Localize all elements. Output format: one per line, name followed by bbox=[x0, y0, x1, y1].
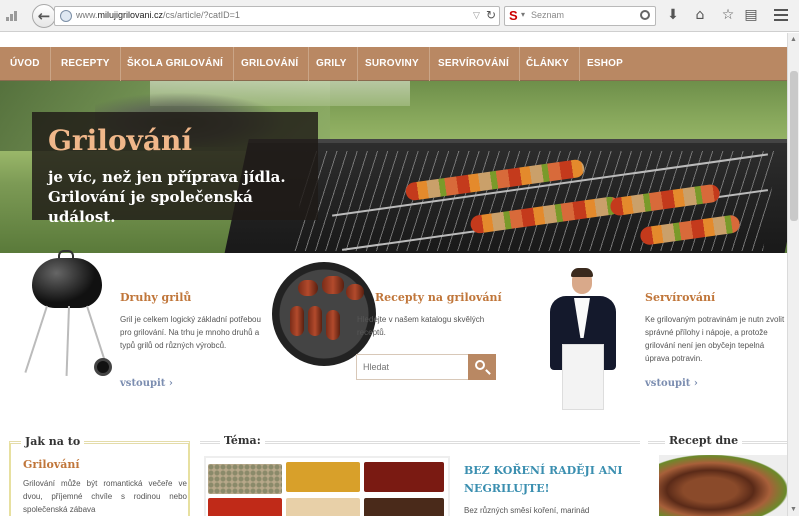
scroll-thumb[interactable] bbox=[790, 71, 798, 221]
recipe-heading: Recept dne bbox=[665, 434, 743, 447]
menu-icon[interactable] bbox=[774, 9, 788, 21]
address-bar[interactable]: www.milujigrilovani.cz/cs/article/?catID… bbox=[54, 6, 500, 26]
feature-text-grill-types: Gril je celkem logický základní potřebou… bbox=[120, 315, 261, 350]
hero-title: Grilování bbox=[48, 124, 193, 157]
engine-dropdown-icon[interactable]: ▾ bbox=[521, 10, 525, 19]
bookmark-star-icon[interactable]: ☆ bbox=[719, 7, 737, 23]
download-icon[interactable]: ⬇ bbox=[664, 7, 682, 23]
main-nav: Úvod Recepty Škola grilování Grilování G… bbox=[0, 47, 787, 81]
feature-title-grill-types[interactable]: Druhy grilů bbox=[120, 291, 191, 304]
search-engine-label: Seznam bbox=[531, 10, 565, 20]
waiter-image bbox=[548, 268, 620, 410]
nav-item-skola[interactable]: Škola grilování bbox=[117, 47, 234, 81]
search-icon[interactable] bbox=[640, 10, 650, 20]
nav-item-grilovani[interactable]: Grilování bbox=[231, 47, 310, 81]
page-content: Úvod Recepty Škola grilování Grilování G… bbox=[0, 33, 787, 516]
globe-icon bbox=[60, 10, 72, 22]
home-icon[interactable]: ⌂ bbox=[691, 7, 709, 23]
topic-heading: Téma: bbox=[220, 434, 265, 447]
nav-item-servirovani[interactable]: Servírování bbox=[428, 47, 520, 81]
recipe-search-input[interactable] bbox=[356, 354, 469, 380]
howto-text: Grilování může být romantická večeře ve … bbox=[23, 479, 187, 514]
feature-text-recipes: Hledejte v našem katalogu skvělých recep… bbox=[357, 315, 485, 337]
nav-item-clanky[interactable]: Články bbox=[516, 47, 580, 81]
feature-title-serving[interactable]: Servírování bbox=[645, 291, 715, 304]
reload-icon[interactable]: ↻ bbox=[486, 8, 496, 22]
howto-heading: Jak na to bbox=[21, 435, 85, 448]
enter-link-grill-types[interactable]: vstoupit › bbox=[120, 378, 173, 389]
nav-item-grily[interactable]: Grily bbox=[306, 47, 358, 81]
howto-title[interactable]: Grilování bbox=[23, 458, 80, 471]
search-icon bbox=[475, 360, 485, 370]
topic-rule bbox=[200, 441, 640, 444]
recipe-search-button[interactable] bbox=[468, 354, 496, 380]
nav-item-eshop[interactable]: Eshop bbox=[577, 47, 633, 81]
browser-toolbar: ← www.milujigrilovani.cz/cs/article/?cat… bbox=[0, 0, 799, 32]
hero-caption-box: Grilování je víc, než jen příprava jídla… bbox=[32, 112, 318, 226]
top-strip bbox=[0, 33, 787, 47]
url-text: www.milujigrilovani.cz/cs/article/?catID… bbox=[76, 10, 240, 20]
recipe-of-day-image[interactable] bbox=[659, 455, 787, 516]
kettle-grill-image bbox=[24, 248, 116, 384]
article-text: Bez různých směsí koření, marinád bbox=[464, 506, 590, 515]
scroll-up-icon[interactable]: ▲ bbox=[790, 36, 797, 43]
hero-subtitle: je víc, než jen příprava jídla. Grilován… bbox=[48, 168, 286, 226]
back-button[interactable]: ← bbox=[32, 4, 56, 28]
spices-image[interactable] bbox=[204, 456, 450, 516]
enter-link-serving[interactable]: vstoupit › bbox=[645, 378, 698, 389]
article-title[interactable]: Bez koření raději ani negrilujte! bbox=[464, 462, 634, 498]
bookmarks-list-icon[interactable]: ▤ bbox=[742, 7, 760, 23]
nav-item-recepty[interactable]: Recepty bbox=[51, 47, 121, 81]
signal-icon bbox=[6, 9, 20, 21]
feature-title-recipes[interactable]: Recepty na grilování bbox=[375, 291, 502, 304]
hero-banner: Grilování je víc, než jen příprava jídla… bbox=[0, 81, 787, 253]
search-bar[interactable]: S ▾ Seznam bbox=[504, 6, 656, 26]
url-dropdown-icon[interactable]: ▽ bbox=[473, 10, 480, 21]
seznam-logo-icon: S bbox=[509, 8, 518, 23]
scroll-down-icon[interactable]: ▼ bbox=[790, 506, 797, 513]
howto-box: Jak na to Grilování Grilování může být r… bbox=[9, 435, 190, 516]
nav-item-uvod[interactable]: Úvod bbox=[0, 47, 51, 81]
nav-item-suroviny[interactable]: Suroviny bbox=[355, 47, 430, 81]
feature-text-serving: Ke grilovaným potravinám je nutn zvolit … bbox=[645, 315, 785, 363]
page-scrollbar[interactable]: ▲ ▼ bbox=[787, 33, 799, 516]
